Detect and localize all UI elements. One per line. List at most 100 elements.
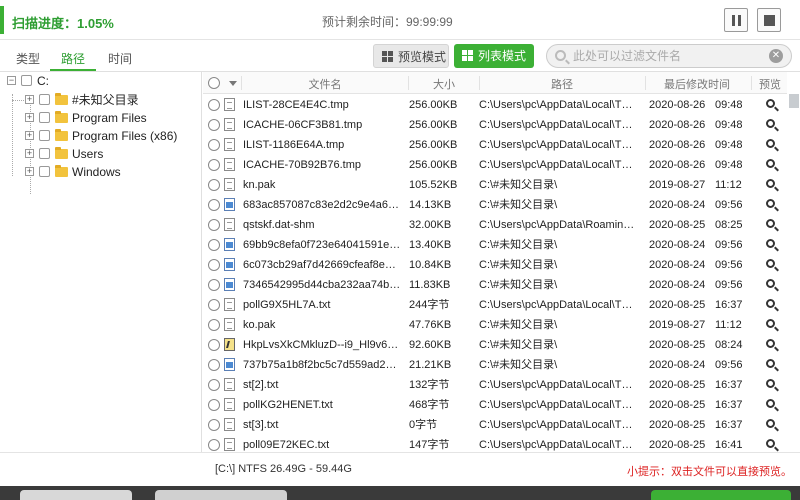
row-select-radio[interactable] bbox=[208, 319, 220, 331]
row-select-radio[interactable] bbox=[208, 159, 220, 171]
preview-mode-button[interactable]: 预览模式 bbox=[373, 44, 449, 68]
preview-search-icon[interactable] bbox=[766, 359, 775, 368]
clear-icon[interactable]: ✕ bbox=[769, 49, 783, 63]
expand-icon[interactable]: + bbox=[25, 95, 34, 104]
tree-checkbox[interactable] bbox=[39, 148, 50, 159]
tree-node-program-files-x86[interactable]: + Program Files (x86) bbox=[0, 127, 200, 145]
tree-checkbox[interactable] bbox=[21, 75, 32, 86]
table-row[interactable]: ILIST-28CE4E4C.tmp 256.00KB C:\Users\pc\Ap… bbox=[203, 95, 787, 115]
preview-search-icon[interactable] bbox=[766, 219, 775, 228]
preview-search-icon[interactable] bbox=[766, 399, 775, 408]
row-select-radio[interactable] bbox=[208, 399, 220, 411]
table-row[interactable]: HkpLvsXkCMkluzD--i9_Hl9v6… 92.60KB C:\#未知父… bbox=[203, 335, 787, 355]
row-select-radio[interactable] bbox=[208, 119, 220, 131]
preview-search-icon[interactable] bbox=[766, 419, 775, 428]
tree-node-root[interactable]: − C: bbox=[0, 72, 200, 90]
row-select-radio[interactable] bbox=[208, 339, 220, 351]
preview-search-icon[interactable] bbox=[766, 179, 775, 188]
tree-checkbox[interactable] bbox=[39, 94, 50, 105]
expand-icon[interactable]: + bbox=[25, 113, 34, 122]
preview-search-icon[interactable] bbox=[766, 139, 775, 148]
table-row[interactable]: ICACHE-70B92B76.tmp 256.00KB C:\Users\pc\A… bbox=[203, 155, 787, 175]
chevron-down-icon[interactable] bbox=[229, 81, 237, 86]
file-date-cell: 2020-08-26 bbox=[649, 119, 706, 131]
tree-node-unknown-parent[interactable]: + #未知父目录 bbox=[0, 91, 200, 109]
expand-icon[interactable]: + bbox=[25, 131, 34, 140]
row-select-radio[interactable] bbox=[208, 259, 220, 271]
row-select-radio[interactable] bbox=[208, 299, 220, 311]
row-select-radio[interactable] bbox=[208, 419, 220, 431]
bottom-button-1[interactable] bbox=[20, 490, 132, 500]
preview-search-icon[interactable] bbox=[766, 239, 775, 248]
row-select-radio[interactable] bbox=[208, 179, 220, 191]
preview-search-icon[interactable] bbox=[766, 339, 775, 348]
file-name-cell: ICACHE-06CF3B81.tmp bbox=[243, 119, 363, 131]
file-time-cell: 09:56 bbox=[715, 239, 743, 251]
column-name-header[interactable]: 文件名 bbox=[243, 76, 407, 92]
row-select-radio[interactable] bbox=[208, 379, 220, 391]
tree-node-windows[interactable]: + Windows bbox=[0, 163, 200, 181]
bottom-button-3[interactable] bbox=[651, 490, 791, 500]
filename-filter-input[interactable] bbox=[573, 48, 763, 64]
file-icon bbox=[224, 418, 235, 431]
table-row[interactable]: qstskf.dat-shm 32.00KB C:\Users\pc\AppData… bbox=[203, 215, 787, 235]
tree-node-users[interactable]: + Users bbox=[0, 145, 200, 163]
row-select-radio[interactable] bbox=[208, 219, 220, 231]
table-row[interactable]: 683ac857087c83e2d2c9e4a6… 14.13KB C:\#未知父目… bbox=[203, 195, 787, 215]
file-name-cell: 737b75a1b8f2bc5c7d559ad2… bbox=[243, 359, 397, 371]
column-size-header[interactable]: 大小 bbox=[409, 76, 479, 92]
tree-checkbox[interactable] bbox=[39, 130, 50, 141]
vertical-scrollbar[interactable] bbox=[787, 72, 800, 452]
preview-search-icon[interactable] bbox=[766, 259, 775, 268]
file-date-cell: 2020-08-24 bbox=[649, 259, 706, 271]
expand-icon[interactable]: + bbox=[25, 149, 34, 158]
preview-search-icon[interactable] bbox=[766, 119, 775, 128]
row-select-radio[interactable] bbox=[208, 99, 220, 111]
preview-search-icon[interactable] bbox=[766, 99, 775, 108]
table-row[interactable]: ko.pak 47.76KB C:\#未知父目录\ 2019-08-27 11:12 bbox=[203, 315, 787, 335]
row-select-radio[interactable] bbox=[208, 359, 220, 371]
table-row[interactable]: 69bb9c8efa0f723e64041591e… 13.40KB C:\#未知父… bbox=[203, 235, 787, 255]
table-row[interactable]: st[3].txt 0字节 C:\Users\pc\AppData\Local\T…… bbox=[203, 415, 787, 435]
table-row[interactable]: st[2].txt 132字节 C:\Users\pc\AppData\Local\… bbox=[203, 375, 787, 395]
preview-search-icon[interactable] bbox=[766, 319, 775, 328]
table-row[interactable]: pollKG2HENET.txt 468字节 C:\Users\pc\AppData… bbox=[203, 395, 787, 415]
tab-path[interactable]: 路径 bbox=[61, 50, 85, 67]
table-row[interactable]: ILIST-1186E64A.tmp 256.00KB C:\Users\pc\Ap… bbox=[203, 135, 787, 155]
row-select-radio[interactable] bbox=[208, 439, 220, 451]
tree-checkbox[interactable] bbox=[39, 166, 50, 177]
pause-button[interactable] bbox=[724, 8, 748, 32]
tab-type[interactable]: 类型 bbox=[16, 50, 40, 67]
scrollbar-thumb[interactable] bbox=[789, 94, 799, 108]
preview-search-icon[interactable] bbox=[766, 299, 775, 308]
collapse-icon[interactable]: − bbox=[7, 76, 16, 85]
table-row[interactable]: ICACHE-06CF3B81.tmp 256.00KB C:\Users\pc\A… bbox=[203, 115, 787, 135]
preview-search-icon[interactable] bbox=[766, 439, 775, 448]
row-select-radio[interactable] bbox=[208, 239, 220, 251]
select-all-radio[interactable] bbox=[208, 77, 220, 89]
file-path-cell: C:\Users\pc\AppData\Local\T… bbox=[479, 299, 633, 311]
bottom-button-2[interactable] bbox=[155, 490, 287, 500]
stop-button[interactable] bbox=[757, 8, 781, 32]
file-time-cell: 16:37 bbox=[715, 299, 743, 311]
preview-search-icon[interactable] bbox=[766, 159, 775, 168]
row-select-radio[interactable] bbox=[208, 279, 220, 291]
preview-search-icon[interactable] bbox=[766, 199, 775, 208]
tree-checkbox[interactable] bbox=[39, 112, 50, 123]
expand-icon[interactable]: + bbox=[25, 167, 34, 176]
tab-time[interactable]: 时间 bbox=[108, 50, 132, 67]
table-row[interactable]: pollG9X5HL7A.txt 244字节 C:\Users\pc\AppData… bbox=[203, 295, 787, 315]
table-row[interactable]: 6c073cb29af7d42669cfeaf8e… 10.84KB C:\#未知父… bbox=[203, 255, 787, 275]
list-mode-button[interactable]: 列表模式 bbox=[454, 44, 534, 68]
preview-search-icon[interactable] bbox=[766, 379, 775, 388]
table-row[interactable]: 737b75a1b8f2bc5c7d559ad2… 21.21KB C:\#未知父目… bbox=[203, 355, 787, 375]
table-row[interactable]: kn.pak 105.52KB C:\#未知父目录\ 2019-08-27 11:12 bbox=[203, 175, 787, 195]
row-select-radio[interactable] bbox=[208, 139, 220, 151]
column-modified-header[interactable]: 最后修改时间 bbox=[645, 76, 749, 92]
column-path-header[interactable]: 路径 bbox=[479, 76, 645, 92]
file-time-cell: 09:48 bbox=[715, 159, 743, 171]
table-row[interactable]: 7346542995d44cba232aa74b… 11.83KB C:\#未知父目… bbox=[203, 275, 787, 295]
row-select-radio[interactable] bbox=[208, 199, 220, 211]
preview-search-icon[interactable] bbox=[766, 279, 775, 288]
tree-node-program-files[interactable]: + Program Files bbox=[0, 109, 200, 127]
